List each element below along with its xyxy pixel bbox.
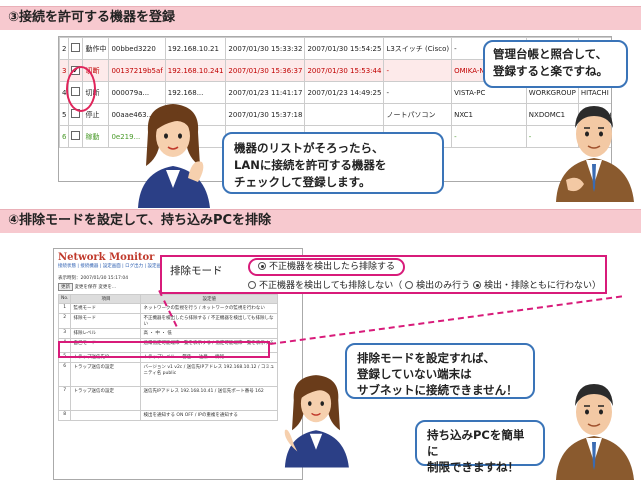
cell-host: L3スイッチ (Cisco) xyxy=(383,37,453,60)
radio-selected-icon[interactable] xyxy=(473,281,482,289)
settings-cell-i: 1 xyxy=(57,303,72,314)
woman-illustration-bottom xyxy=(284,375,349,468)
col-no: No. xyxy=(57,294,72,304)
exclusion-mode-zoom: 排除モード 不正機器を検出したら排除する 不正機器を検出しても排除しない（ 検出… xyxy=(160,255,607,294)
cell-first: 2007/01/30 15:36:37 xyxy=(225,59,306,82)
save-option[interactable]: 変更を保存 xyxy=(74,285,97,290)
settings-row: 8 検出を通知する ON OFF / IPの重複を通知する xyxy=(57,410,278,421)
bubble-line: 登録していない端末は xyxy=(357,367,472,381)
cell-last: 2007/01/30 15:53:44 xyxy=(304,59,385,82)
bubble-line: 登録すると楽ですね。 xyxy=(493,64,608,78)
settings-cell-i: 3 xyxy=(57,328,72,339)
speech-bubble-exclusion: 排除モードを設定すれば、 登録していない端末は サブネットに接続できません！ xyxy=(345,343,535,399)
cell-netbios: NXC1 xyxy=(451,103,527,126)
option-label: 不正機器を検出したら排除する xyxy=(269,262,396,272)
settings-cell-i: 7 xyxy=(57,386,72,411)
option-label: 不正機器を検出しても排除しない（ xyxy=(259,281,403,291)
radio-selected-icon[interactable] xyxy=(258,262,266,270)
bubble-line: 機器のリストがそろったら、 xyxy=(234,141,384,155)
bubble-line: LANに接続を許可する機器を xyxy=(234,158,387,172)
bubble-line: 制限できますね！ xyxy=(427,460,519,474)
cell-netbios: - xyxy=(451,125,527,148)
settings-cell-v[interactable]: 送信先IPアドレス 192.168.10.41 / 送信先ポート番号 162 xyxy=(140,386,278,411)
exclusion-row-highlight xyxy=(58,341,270,358)
speech-bubble-restrict: 持ち込みPCを簡単に 制限できますね！ xyxy=(415,420,545,474)
cell-last xyxy=(304,103,385,126)
cell-first: 2007/01/30 15:37:18 xyxy=(225,103,306,126)
row-number: 6 xyxy=(59,125,70,148)
settings-cell-v[interactable]: バージョン v1 v2c / 送信先IPアドレス 192.168.10.12 /… xyxy=(140,362,278,387)
settings-cell-i: 2 xyxy=(57,313,72,329)
settings-cell-v[interactable]: 不正機器を検出したら排除する / 不正機器を検出しても排除しない xyxy=(140,313,278,329)
bubble-line: チェックして登録します。 xyxy=(234,175,371,189)
cell-first: 2007/01/30 15:33:32 xyxy=(225,37,306,60)
settings-cell-k xyxy=(70,410,142,421)
bubble-line: 管理台帳と照合して、 xyxy=(493,47,608,61)
row-checkbox-cell xyxy=(68,125,84,148)
cell-first: 2007/01/23 11:41:17 xyxy=(225,81,306,104)
bubble-line: サブネットに接続できません！ xyxy=(357,383,518,397)
settings-row: 3 排除レベル高 ・ 中 ・ 低 xyxy=(57,328,278,339)
register-checkbox[interactable] xyxy=(71,43,81,52)
settings-cell-v[interactable]: 検出を通知する ON OFF / IPの重複を通知する xyxy=(140,410,278,421)
register-checkbox[interactable] xyxy=(71,131,81,140)
speech-bubble-register: 機器のリストがそろったら、 LANに接続を許可する機器を チェックして登録します… xyxy=(222,132,444,194)
settings-cell-k: 排除レベル xyxy=(70,328,142,339)
bubble-line: 持ち込みPCを簡単に xyxy=(427,428,525,458)
section-4-header: ④排除モードを設定して、持ち込みPCを排除 xyxy=(0,209,641,233)
col-item: 項目 xyxy=(70,294,142,304)
row-number: 5 xyxy=(59,103,70,126)
woman-illustration-top xyxy=(138,104,210,208)
cell-last: 2007/01/30 15:54:25 xyxy=(304,37,385,60)
settings-row: 6 トラップ送信の設定 バージョン v1 v2c / 送信先IPアドレス 192.1… xyxy=(57,362,278,387)
settings-row: 7 トラップ送信の設定 送信先IPアドレス 192.168.10.41 / 送信先ポ… xyxy=(57,386,278,411)
settings-cell-i: 6 xyxy=(57,362,72,387)
man-illustration-bottom xyxy=(556,384,634,480)
cell-status: 動作中 xyxy=(82,37,110,60)
cell-ip: 192.168.10.21 xyxy=(164,37,227,60)
cell-host: ノートパソコン xyxy=(383,103,453,126)
callout-line xyxy=(270,295,623,345)
cell-host: - xyxy=(383,81,453,104)
update-button[interactable]: 更新 xyxy=(58,283,73,291)
speech-bubble-ledger: 管理台帳と照合して、 登録すると楽ですね。 xyxy=(483,40,628,88)
row-checkbox-cell xyxy=(68,37,84,60)
cell-ip: 192.168.10.241 xyxy=(164,59,227,82)
radio-icon[interactable] xyxy=(248,281,256,289)
cell-last: 2007/01/23 14:49:25 xyxy=(304,81,385,104)
settings-row: 2 排除モード 不正機器を検出したら排除する / 不正機器を検出しても排除しない xyxy=(57,313,278,329)
settings-cell-k: 排除モード xyxy=(70,313,142,329)
exclusion-mode-label: 排除モード xyxy=(170,265,223,277)
radio-icon[interactable] xyxy=(405,281,414,289)
settings-cell-v[interactable]: ネットワークの監視を行う / ネットワークの監視を行わない xyxy=(140,303,278,314)
settings-cell-k: トラップ送信の設定 xyxy=(70,386,142,411)
no-exclude-option[interactable]: 不正機器を検出しても排除しない（ 検出のみ行う 検出・排除ともに行わない） xyxy=(248,279,601,293)
section-3-header: ③接続を許可する機器を登録 xyxy=(0,6,641,30)
bubble-line: 排除モードを設定すれば、 xyxy=(357,351,495,365)
man-illustration-top xyxy=(556,106,634,202)
cell-mac: 00bbed3220 xyxy=(108,37,166,60)
settings-cell-k: 監視モード xyxy=(70,303,142,314)
cell-mac: 00137219b5af xyxy=(108,59,166,82)
settings-cell-v[interactable]: 高 ・ 中 ・ 低 xyxy=(140,328,278,339)
settings-cell-k: トラップ送信の設定 xyxy=(70,362,142,387)
cell-status: 稼動 xyxy=(82,125,110,148)
cell-host: - xyxy=(383,59,453,82)
exclude-on-detect-option[interactable]: 不正機器を検出したら排除する xyxy=(248,258,406,276)
sub-option-label: 検出・排除ともに行わない） xyxy=(484,281,602,291)
settings-cell-i: 8 xyxy=(57,410,72,421)
other-option[interactable]: 変更を... xyxy=(98,285,116,290)
sub-option-label: 検出のみ行う xyxy=(416,281,471,291)
row-number: 2 xyxy=(59,37,70,60)
checkbox-highlight-circle xyxy=(66,66,96,112)
